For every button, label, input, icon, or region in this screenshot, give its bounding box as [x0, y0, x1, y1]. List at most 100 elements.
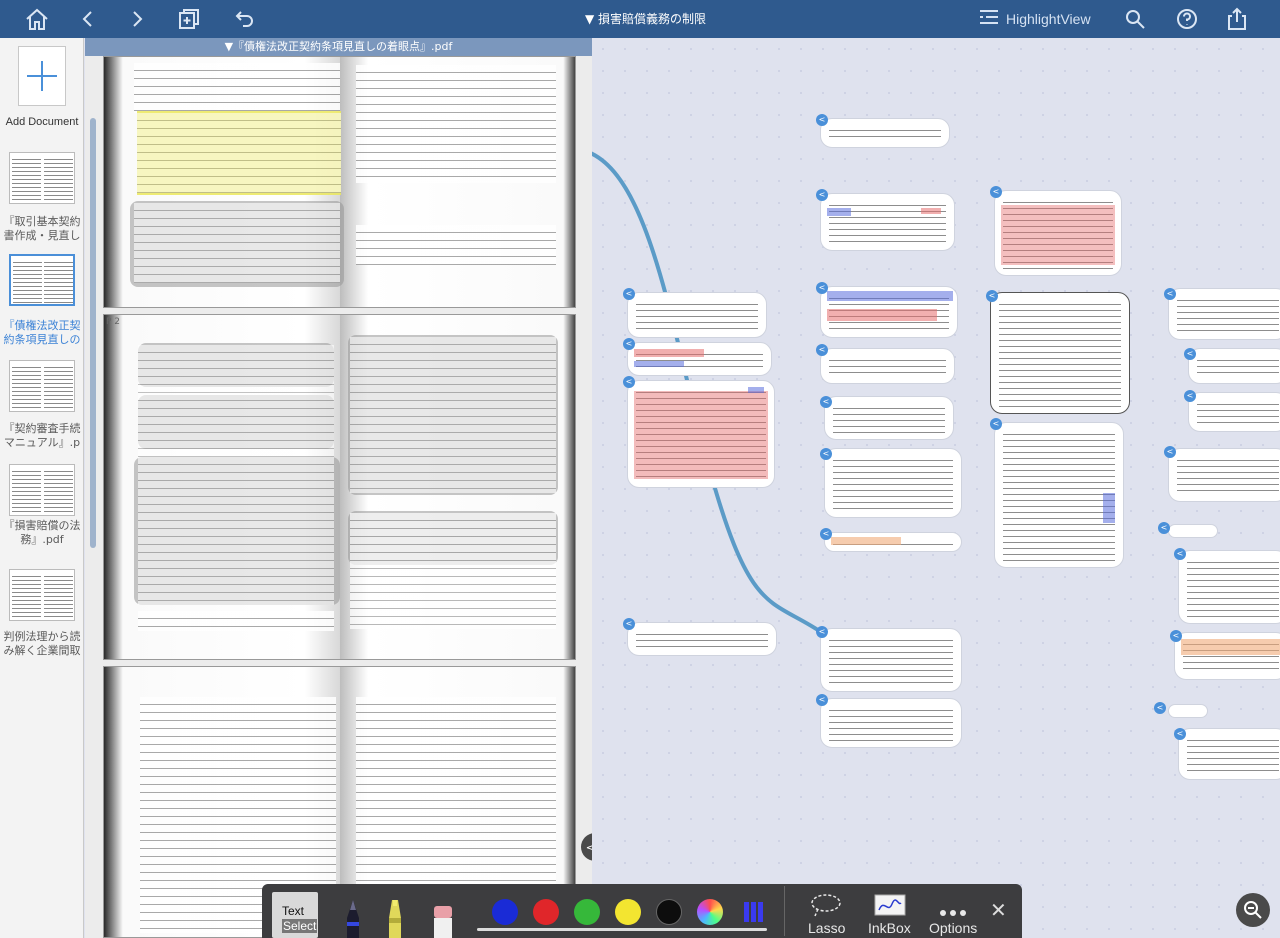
lasso-icon[interactable]: [810, 892, 842, 922]
snippet-pin-icon[interactable]: <: [1164, 288, 1176, 300]
document-title[interactable]: ▼ 損害賠償義務の制限: [585, 10, 706, 27]
snippet-pin-icon[interactable]: <: [816, 694, 828, 706]
highlight-snippet[interactable]: [820, 348, 955, 384]
snippet-pin-icon[interactable]: <: [623, 288, 635, 300]
document-label-selected[interactable]: 『債権法改正契約条項見直しの: [2, 319, 82, 347]
highlight-snippet[interactable]: [1188, 392, 1280, 432]
highlight-snippet[interactable]: [824, 396, 954, 440]
document-thumbnail[interactable]: [9, 464, 75, 516]
zoom-out-button[interactable]: [1236, 893, 1270, 927]
snippet-pin-icon[interactable]: <: [816, 344, 828, 356]
snippet-pin-icon[interactable]: <: [1184, 348, 1196, 360]
forward-arrow-icon[interactable]: [122, 4, 152, 34]
highlight-snippet[interactable]: [627, 622, 777, 656]
document-label[interactable]: 『取引基本契約書作成・見直し: [2, 215, 82, 243]
snippet-pin-icon[interactable]: <: [816, 189, 828, 201]
page-number-tag: P 2: [106, 317, 121, 327]
page-scroll-indicator[interactable]: [90, 118, 96, 548]
snippet-pin-icon[interactable]: <: [816, 114, 828, 126]
highlight-snippet[interactable]: [1168, 288, 1280, 340]
highlight-snippet[interactable]: [1178, 728, 1280, 780]
home-icon[interactable]: [22, 4, 52, 34]
document-thumbnail[interactable]: [9, 360, 75, 412]
highlight-snippet[interactable]: [824, 448, 962, 518]
color-blue-swatch[interactable]: [492, 899, 518, 925]
highlight-view-button[interactable]: HighlightView: [978, 8, 1091, 30]
highlight-snippet[interactable]: [1168, 704, 1208, 718]
document-label[interactable]: 『契約審査手続マニュアル』.p: [2, 422, 82, 450]
highlight-snippet[interactable]: [1168, 448, 1280, 502]
highlight-snippet[interactable]: [1188, 348, 1280, 384]
text-select-label: Select: [282, 919, 318, 933]
stroke-width-icon[interactable]: [742, 900, 766, 928]
search-icon[interactable]: [1120, 4, 1150, 34]
snippet-pin-icon[interactable]: <: [623, 338, 635, 350]
snippet-pin-icon[interactable]: <: [623, 618, 635, 630]
highlight-snippet[interactable]: [820, 286, 958, 338]
document-label[interactable]: 判例法理から読み解く企業間取: [2, 630, 82, 658]
pdf-title-bar[interactable]: ▼『債権法改正契約条項見直しの着眼点』.pdf: [85, 38, 592, 56]
highlight-snippet[interactable]: [627, 342, 772, 376]
help-icon[interactable]: [1172, 4, 1202, 34]
highlight-snippet[interactable]: [994, 422, 1124, 568]
text-select-tool[interactable]: Text Select: [272, 892, 318, 938]
close-toolbar-button[interactable]: ✕: [990, 898, 1007, 922]
snippet-pin-icon[interactable]: <: [990, 186, 1002, 198]
snippet-pin-icon[interactable]: <: [1154, 702, 1166, 714]
color-black-swatch[interactable]: [656, 899, 682, 925]
snippet-pin-icon[interactable]: <: [820, 448, 832, 460]
highlight-snippet[interactable]: [1174, 632, 1280, 680]
highlight-snippet[interactable]: [1178, 550, 1280, 624]
color-yellow-swatch[interactable]: [615, 899, 641, 925]
more-options-icon[interactable]: [938, 902, 968, 921]
pdf-viewer[interactable]: ▼『債権法改正契約条項見直しの着眼点』.pdf P 2 <>: [85, 38, 609, 938]
highlight-snippet[interactable]: [820, 193, 955, 251]
pdf-page[interactable]: P 2: [103, 314, 576, 660]
highlight-snippet[interactable]: [627, 380, 775, 488]
snippet-pin-icon[interactable]: <: [1170, 630, 1182, 642]
pdf-page[interactable]: [103, 56, 576, 308]
snippet-pin-icon[interactable]: <: [1174, 728, 1186, 740]
highlight-snippet[interactable]: [627, 292, 767, 338]
snippet-pin-icon[interactable]: <: [1174, 548, 1186, 560]
back-arrow-icon[interactable]: [73, 4, 103, 34]
document-thumbnail[interactable]: [9, 152, 75, 204]
snippet-pin-icon[interactable]: <: [816, 282, 828, 294]
highlight-view-label: HighlightView: [1006, 11, 1091, 27]
snippet-pin-icon[interactable]: <: [1158, 522, 1170, 534]
snippet-pin-icon[interactable]: <: [820, 528, 832, 540]
width-slider[interactable]: [477, 928, 767, 931]
snippet-pin-icon[interactable]: <: [623, 376, 635, 388]
highlight-snippet[interactable]: [824, 532, 962, 552]
color-picker-icon[interactable]: [697, 899, 723, 925]
add-document-button[interactable]: [18, 46, 66, 106]
add-page-icon[interactable]: [174, 4, 204, 34]
document-thumbnail-selected[interactable]: [9, 254, 75, 306]
highlight-snippet[interactable]: [1168, 524, 1218, 538]
snippet-pin-icon[interactable]: <: [990, 418, 1002, 430]
options-label[interactable]: Options: [929, 920, 977, 936]
highlight-snippet[interactable]: [990, 292, 1130, 414]
highlight-snippet[interactable]: [820, 628, 962, 692]
highlight-snippet[interactable]: [994, 190, 1122, 276]
snippet-pin-icon[interactable]: <: [816, 626, 828, 638]
color-green-swatch[interactable]: [574, 899, 600, 925]
inkbox-icon[interactable]: [874, 894, 906, 920]
undo-icon[interactable]: [229, 4, 259, 34]
highlighter-tool-icon[interactable]: [384, 898, 406, 938]
share-icon[interactable]: [1222, 4, 1252, 34]
snippet-pin-icon[interactable]: <: [1164, 446, 1176, 458]
highlight-canvas[interactable]: < < < < < < < < < < < < < < < < < < < < …: [592, 38, 1280, 938]
document-label[interactable]: 『損害賠償の法務』.pdf: [2, 519, 82, 547]
snippet-pin-icon[interactable]: <: [986, 290, 998, 302]
color-red-swatch[interactable]: [533, 899, 559, 925]
highlight-snippet[interactable]: [820, 698, 962, 748]
pen-tool-icon[interactable]: [342, 898, 364, 938]
eraser-tool-icon[interactable]: [432, 904, 454, 938]
highlight-snippet[interactable]: [820, 118, 950, 148]
document-thumbnail[interactable]: [9, 569, 75, 621]
snippet-pin-icon[interactable]: <: [820, 396, 832, 408]
snippet-pin-icon[interactable]: <: [1184, 390, 1196, 402]
inkbox-label[interactable]: InkBox: [868, 920, 911, 936]
lasso-label[interactable]: Lasso: [808, 920, 845, 936]
